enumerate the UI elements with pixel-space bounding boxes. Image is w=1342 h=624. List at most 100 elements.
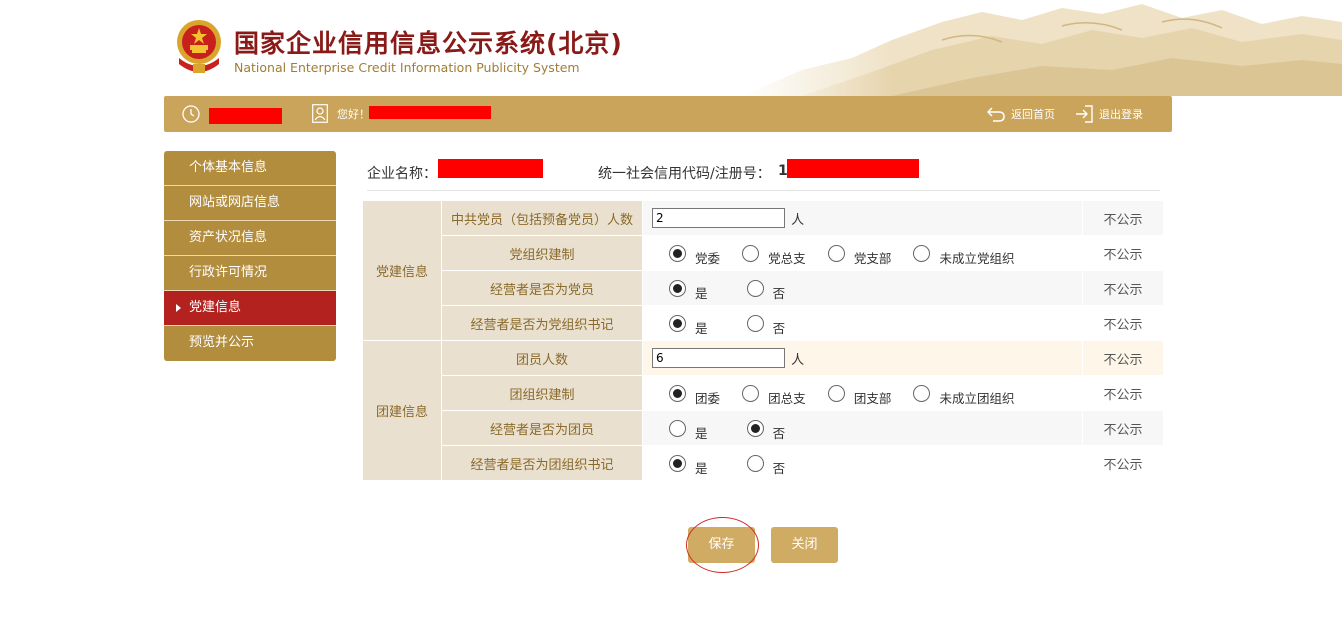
company-name-label: 企业名称： <box>367 166 437 182</box>
field-label: 党组织建制 <box>441 235 643 271</box>
publish-status: 不公示 <box>1082 305 1164 341</box>
sidebar-item-label: 网站或网店信息 <box>189 195 281 210</box>
radio-button[interactable] <box>913 244 931 262</box>
radio-party-branch[interactable]: 党支部 <box>827 244 891 266</box>
radio-button[interactable] <box>746 314 764 332</box>
radio-no[interactable]: 否 <box>746 454 785 476</box>
radio-button[interactable] <box>669 314 686 332</box>
radio-no-league-org[interactable]: 未成立团组织 <box>913 384 1014 406</box>
redacted-date <box>209 108 282 124</box>
logout-link[interactable]: 退出登录 <box>1075 105 1143 123</box>
radio-yes[interactable]: 是 <box>669 314 708 336</box>
value-cell: 人 <box>642 200 1083 236</box>
field-label: 经营者是否为党员 <box>441 270 643 306</box>
radio-button[interactable] <box>746 419 764 437</box>
radio-button[interactable] <box>669 454 686 472</box>
save-annotation-circle <box>686 517 759 573</box>
mountain-background <box>742 0 1342 96</box>
field-label: 经营者是否为党组织书记 <box>441 305 643 341</box>
publish-status: 不公示 <box>1082 340 1164 376</box>
redacted-company-name <box>438 159 543 178</box>
value-cell: 党委 党总支 党支部 未成立党组织 <box>642 235 1083 271</box>
radio-no[interactable]: 否 <box>746 314 785 336</box>
unit-label: 人 <box>791 352 805 368</box>
publish-status: 不公示 <box>1082 445 1164 481</box>
redacted-username <box>369 106 491 119</box>
table-row: 经营者是否为党员 是 否 不公示 <box>362 270 1164 306</box>
logout-link-label: 退出登录 <box>1099 108 1143 121</box>
radio-label: 否 <box>772 320 786 336</box>
radio-button[interactable] <box>742 244 760 262</box>
radio-button[interactable] <box>746 279 764 297</box>
sidebar-item-party-building[interactable]: 党建信息 <box>164 291 336 326</box>
sidebar-item-label: 行政许可情况 <box>189 265 268 280</box>
home-link-label: 返回首页 <box>1011 108 1055 121</box>
radio-league-general-branch[interactable]: 团总支 <box>742 384 806 406</box>
party-member-count-input[interactable] <box>652 208 785 228</box>
sidebar-nav: 个体基本信息 网站或网店信息 资产状况信息 行政许可情况 党建信息 预览并公示 <box>164 151 336 361</box>
sidebar-item-label: 党建信息 <box>189 300 242 315</box>
radio-button[interactable] <box>669 279 686 297</box>
value-cell: 是 否 <box>642 270 1083 306</box>
radio-label: 是 <box>695 285 708 301</box>
table-row: 团建信息 团员人数 人 不公示 <box>362 340 1164 481</box>
radio-label: 党总支 <box>768 250 806 266</box>
sidebar-item-assets[interactable]: 资产状况信息 <box>164 221 336 256</box>
radio-button[interactable] <box>827 384 845 402</box>
sidebar-item-preview-publish[interactable]: 预览并公示 <box>164 326 336 361</box>
table-row: 经营者是否为团员 是 否 不公示 <box>362 410 1164 446</box>
radio-label: 未成立团组织 <box>939 390 1015 406</box>
radio-league-committee[interactable]: 团委 <box>669 384 720 406</box>
close-button[interactable]: 关闭 <box>771 527 838 563</box>
radio-no[interactable]: 否 <box>746 419 785 441</box>
publish-status: 不公示 <box>1082 235 1164 271</box>
radio-label: 未成立党组织 <box>939 250 1015 266</box>
radio-button[interactable] <box>827 244 845 262</box>
value-cell: 是 否 <box>642 445 1083 481</box>
value-cell: 人 <box>642 340 1083 376</box>
table-row: 党建信息 中共党员（包括预备党员）人数 人 不公示 <box>362 200 1164 341</box>
league-member-count-input[interactable] <box>652 348 785 368</box>
sidebar-item-basic-info[interactable]: 个体基本信息 <box>164 151 336 186</box>
publish-status: 不公示 <box>1082 270 1164 306</box>
radio-label: 否 <box>772 460 786 476</box>
site-title: 国家企业信用信息公示系统(北京) <box>234 29 623 58</box>
field-label: 中共党员（包括预备党员）人数 <box>441 200 643 236</box>
greeting-text: 您好！ <box>337 108 370 121</box>
publish-status: 不公示 <box>1082 375 1164 411</box>
sidebar-item-website[interactable]: 网站或网店信息 <box>164 186 336 221</box>
radio-no-party-org[interactable]: 未成立党组织 <box>913 244 1014 266</box>
publish-status: 不公示 <box>1082 200 1164 236</box>
user-icon <box>312 104 328 123</box>
home-link[interactable]: 返回首页 <box>987 105 1055 123</box>
radio-button[interactable] <box>669 384 686 402</box>
radio-button[interactable] <box>742 384 760 402</box>
national-emblem-icon <box>177 20 221 73</box>
radio-party-committee[interactable]: 党委 <box>669 244 720 266</box>
table-row: 党组织建制 党委 党总支 党支部 未成立党组织 不公示 <box>362 235 1164 271</box>
sidebar-item-licenses[interactable]: 行政许可情况 <box>164 256 336 291</box>
radio-league-branch[interactable]: 团支部 <box>827 384 891 406</box>
radio-button[interactable] <box>669 244 686 262</box>
radio-yes[interactable]: 是 <box>669 279 708 301</box>
active-arrow-icon <box>176 304 181 312</box>
radio-button[interactable] <box>669 419 686 437</box>
site-subtitle-english: National Enterprise Credit Information P… <box>234 60 580 75</box>
radio-yes[interactable]: 是 <box>669 454 708 476</box>
field-label: 团组织建制 <box>441 375 643 411</box>
radio-button[interactable] <box>913 384 931 402</box>
sidebar-item-label: 预览并公示 <box>189 335 255 350</box>
radio-label: 党支部 <box>853 250 892 266</box>
radio-party-general-branch[interactable]: 党总支 <box>742 244 806 266</box>
logout-icon <box>1076 105 1093 123</box>
radio-button[interactable] <box>746 454 764 472</box>
clock-icon <box>182 105 200 123</box>
credit-code-label: 统一社会信用代码/注册号： <box>598 166 771 182</box>
field-label: 经营者是否为团员 <box>441 410 643 446</box>
radio-yes[interactable]: 是 <box>669 419 708 441</box>
company-info-line: 企业名称： 统一社会信用代码/注册号： 1 <box>367 159 1160 191</box>
radio-no[interactable]: 否 <box>746 279 785 301</box>
value-cell: 团委 团总支 团支部 未成立团组织 <box>642 375 1083 411</box>
league-group-label: 团建信息 <box>362 340 442 481</box>
redacted-credit-code <box>787 159 919 178</box>
